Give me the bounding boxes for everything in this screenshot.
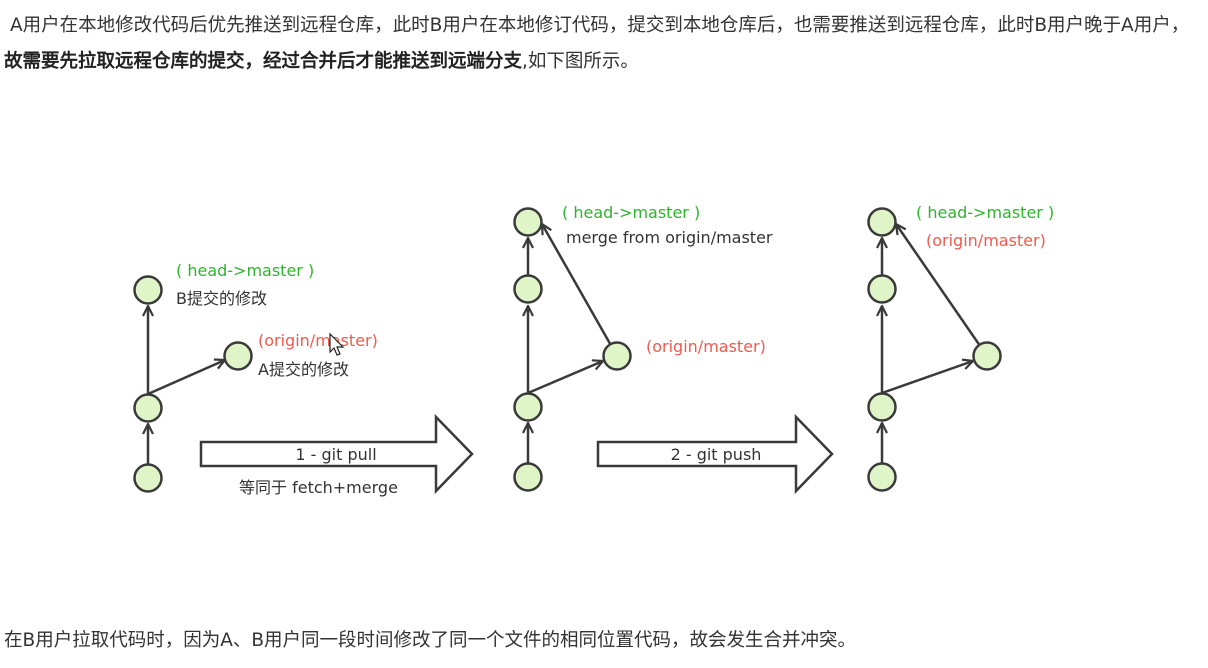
stage3-commit-b <box>867 274 897 304</box>
stage2-merge-label: merge from origin/master <box>566 228 773 247</box>
stage2-head-label: ( head->master ) <box>562 203 700 222</box>
stage1-a-commit-label: A提交的修改 <box>258 360 349 379</box>
stage3-commit-1 <box>867 462 897 492</box>
stage2-origin-label: (origin/master) <box>646 337 766 356</box>
stage1-commit-a <box>223 341 253 371</box>
stage1-commit-2 <box>133 393 163 423</box>
stage2-commit-a <box>602 341 632 371</box>
stage3-edge-4 <box>881 361 973 395</box>
git-push-arrow: 2 - git push <box>596 413 834 495</box>
stage3-head-label: ( head->master ) <box>916 203 1054 222</box>
stage1-commit-1 <box>133 463 163 493</box>
stage3-graph: ( head->master ) (origin/master) <box>867 203 1054 492</box>
stage3-commit-merge <box>867 207 897 237</box>
stage3-commit-a <box>972 341 1002 371</box>
stage3-commit-2 <box>867 392 897 422</box>
stage2-commit-b <box>513 274 543 304</box>
stage1-commit-b <box>133 275 163 305</box>
stage1-b-commit-label: B提交的修改 <box>176 289 267 308</box>
git-pull-sublabel: 等同于 fetch+merge <box>239 478 398 497</box>
stage1-head-label: ( head->master ) <box>176 261 314 280</box>
git-merge-diagram: ( head->master ) B提交的修改 (origin/master) … <box>133 203 1054 497</box>
git-pull-label: 1 - git pull <box>295 445 376 464</box>
stage2-commit-merge <box>513 207 543 237</box>
stage3-origin-label: (origin/master) <box>926 231 1046 250</box>
stage1-edge-3 <box>147 360 225 396</box>
git-push-label: 2 - git push <box>671 445 762 464</box>
stage2-edge-4 <box>527 361 603 395</box>
stage2-commit-2 <box>513 392 543 422</box>
stage2-commit-1 <box>513 462 543 492</box>
git-pull-arrow: 1 - git pull 等同于 fetch+merge <box>199 413 474 497</box>
footer-paragraph: 在B用户拉取代码时，因为A、B用户同一段时间修改了同一个文件的相同位置代码，故会… <box>4 630 857 651</box>
stage1-origin-label: (origin/master) <box>258 331 378 350</box>
